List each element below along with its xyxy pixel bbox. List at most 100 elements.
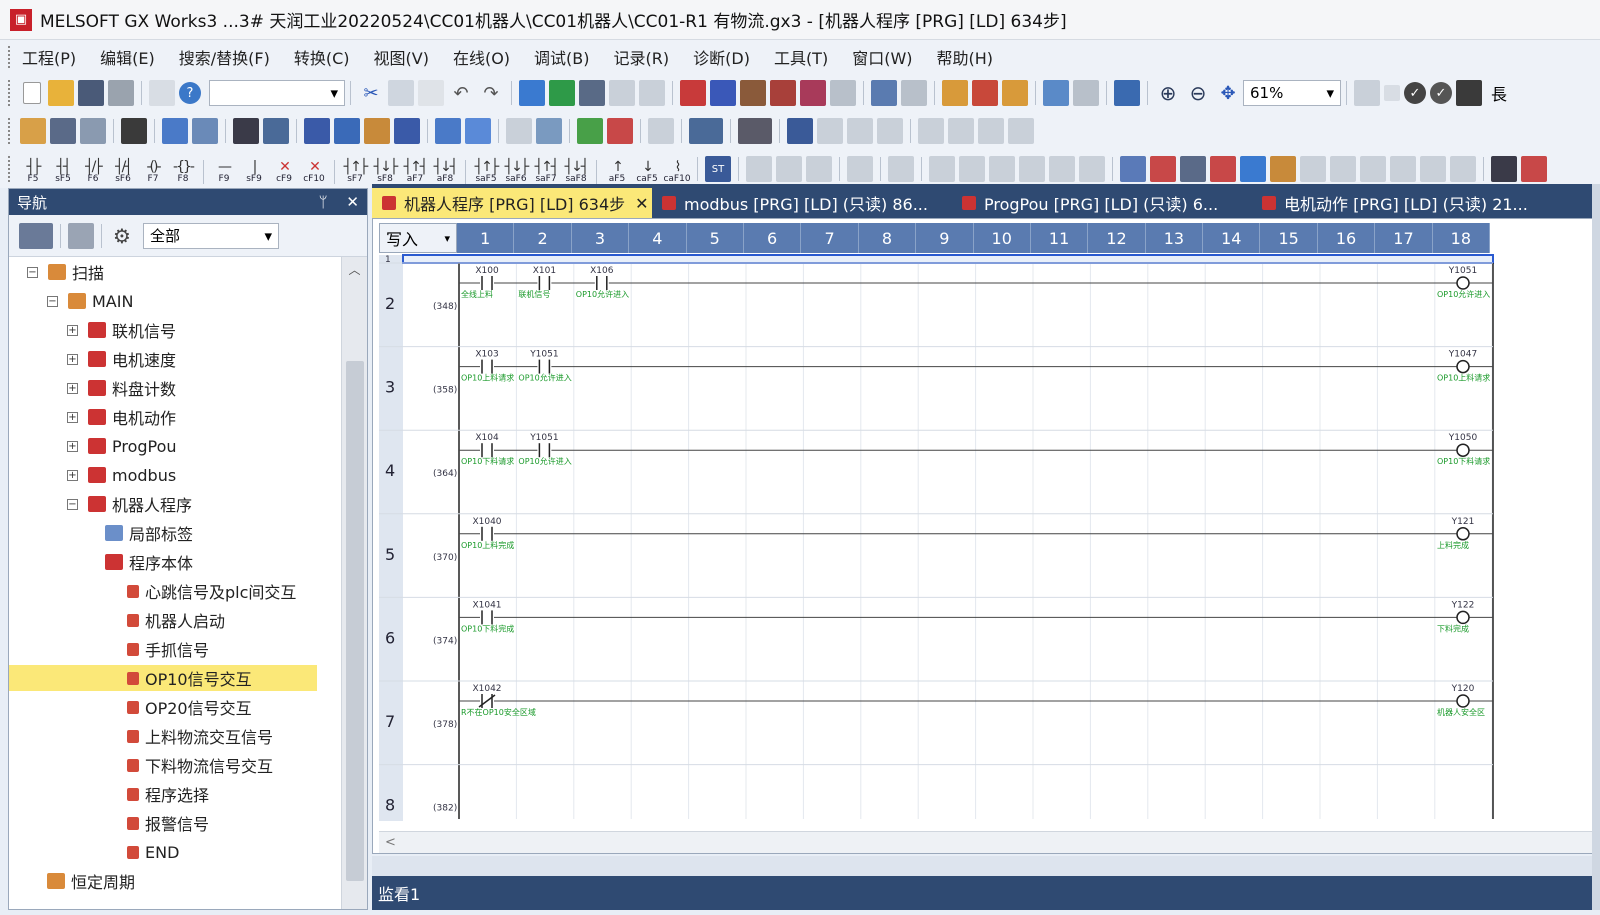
expand-icon[interactable]: +: [67, 440, 78, 452]
offline-icon[interactable]: [639, 80, 665, 106]
collapse-icon[interactable]: −: [27, 266, 38, 278]
convert-icon[interactable]: [577, 118, 603, 144]
menu-help[interactable]: 帮助(H): [937, 45, 994, 69]
ladder-key-sf9[interactable]: | sF9: [240, 154, 268, 184]
stop-icon[interactable]: [1384, 85, 1400, 101]
ladder-edit-icon-15[interactable]: [1210, 156, 1236, 182]
plc-write-icon[interactable]: [1114, 80, 1140, 106]
comment-icon[interactable]: [648, 118, 674, 144]
tree-item[interactable]: 报警信号: [127, 810, 209, 836]
tree-item[interactable]: + 联机信号: [67, 317, 176, 343]
ladder-edit-icon-24[interactable]: [1491, 156, 1517, 182]
tree-item[interactable]: 下料物流信号交互: [127, 752, 273, 778]
close-icon[interactable]: ✕: [346, 193, 359, 211]
ladder-key-af8[interactable]: ┤↓┤ aF8: [431, 154, 459, 184]
help-icon[interactable]: ?: [179, 82, 201, 104]
tree-item[interactable]: OP20信号交互: [127, 694, 252, 720]
jump-icon[interactable]: [877, 118, 903, 144]
project-tree-icon[interactable]: [20, 118, 46, 144]
ladder-key-caf10[interactable]: ⌇ caF10: [663, 154, 691, 184]
ladder-edit-icon-12[interactable]: [1120, 156, 1146, 182]
st-icon[interactable]: ST: [705, 156, 731, 182]
ladder-edit-icon-4[interactable]: [847, 156, 873, 182]
monitor-start-icon[interactable]: [680, 80, 706, 106]
copy-icon[interactable]: [388, 80, 414, 106]
tree-item[interactable]: 程序选择: [127, 781, 209, 807]
ladder-key-saf7[interactable]: ┤↑┤ saF7: [532, 154, 560, 184]
menu-project[interactable]: 工程(P): [22, 45, 76, 69]
scroll-up-icon[interactable]: ︿: [342, 261, 367, 278]
undo-icon[interactable]: ↶: [448, 80, 474, 106]
ladder-key-saf6[interactable]: ┤↓├ saF6: [502, 154, 530, 184]
expand-icon[interactable]: +: [67, 324, 78, 336]
tree-scroll-thumb[interactable]: [346, 361, 364, 881]
ladder-edit-icon-19[interactable]: [1330, 156, 1356, 182]
close-icon[interactable]: ✕: [635, 194, 648, 213]
ladder-edit-icon-6[interactable]: [929, 156, 955, 182]
menu-view[interactable]: 视图(V): [374, 45, 429, 69]
tree-item[interactable]: 上料物流交互信号: [127, 723, 273, 749]
display-icon[interactable]: [918, 118, 944, 144]
editor-hscrollbar[interactable]: <: [379, 831, 1595, 853]
expand-icon[interactable]: +: [67, 382, 78, 394]
tree-item[interactable]: OP10信号交互: [9, 665, 317, 691]
print-icon[interactable]: [108, 80, 134, 106]
ladder-edit-icon-10[interactable]: [1049, 156, 1075, 182]
tree-item[interactable]: − MAIN: [47, 288, 133, 314]
save-icon[interactable]: [78, 80, 104, 106]
expand-icon[interactable]: +: [67, 353, 78, 365]
ladder-edit-icon-16[interactable]: [1240, 156, 1266, 182]
ladder-key-saf8[interactable]: ┤↓┤ saF8: [562, 154, 590, 184]
menu-record[interactable]: 记录(R): [614, 45, 670, 69]
tree-item[interactable]: + modbus: [67, 462, 176, 488]
device-test-icon[interactable]: [394, 118, 420, 144]
window-icon[interactable]: [162, 118, 188, 144]
bookmark-icon[interactable]: [847, 118, 873, 144]
tree-scrollbar[interactable]: ︿: [341, 257, 367, 909]
check-all-icon[interactable]: ✓: [1430, 82, 1452, 104]
tree-item[interactable]: 机器人启动: [127, 607, 225, 633]
label-icon[interactable]: [536, 118, 562, 144]
device-memory-icon[interactable]: [334, 118, 360, 144]
paste-icon[interactable]: [418, 80, 444, 106]
ladder-edit-icon-18[interactable]: [1300, 156, 1326, 182]
monitor-stop-icon[interactable]: [710, 80, 736, 106]
ladder-key-af7[interactable]: ┤↑┤ aF7: [401, 154, 429, 184]
menu-diagnostics[interactable]: 诊断(D): [693, 45, 750, 69]
network-icon[interactable]: [689, 118, 723, 144]
expand-icon[interactable]: +: [67, 469, 78, 481]
ladder-edit-icon-11[interactable]: [1079, 156, 1105, 182]
tree-item[interactable]: 心跳信号及plc间交互: [127, 578, 296, 604]
binoculars-icon[interactable]: [233, 118, 259, 144]
ladder-key-f7[interactable]: -()- F7: [139, 154, 167, 184]
menu-debug[interactable]: 调试(B): [534, 45, 589, 69]
step-run-icon[interactable]: [942, 80, 968, 106]
ladder-key-af5[interactable]: ↑ aF5: [603, 154, 631, 184]
redo-icon[interactable]: ↷: [478, 80, 504, 106]
zoom-out-icon[interactable]: ⊖: [1185, 80, 1211, 106]
zoom-combo[interactable]: 61% ▾: [1243, 80, 1341, 106]
ladder-key-f8[interactable]: -{}- F8: [169, 154, 197, 184]
watch-bar[interactable]: 监看1: [372, 876, 1600, 910]
new-file-icon[interactable]: [23, 82, 41, 104]
program-icon[interactable]: [80, 118, 106, 144]
ladder-edit-icon-21[interactable]: [1390, 156, 1416, 182]
menu-edit[interactable]: 编辑(E): [100, 45, 155, 69]
online-change-icon[interactable]: [609, 80, 635, 106]
ladder-edit-icon-9[interactable]: [1019, 156, 1045, 182]
format-icon[interactable]: [1008, 118, 1034, 144]
ladder-key-sf7[interactable]: ┤↑├ sF7: [341, 154, 369, 184]
monitor-batch-icon[interactable]: [800, 80, 826, 106]
menu-convert[interactable]: 转换(C): [294, 45, 350, 69]
screen-icon[interactable]: [1354, 80, 1380, 106]
tool-settings-icon[interactable]: [738, 118, 772, 144]
ladder-key-sf5[interactable]: ┤┤ sF5: [49, 154, 77, 184]
tree-item[interactable]: + 电机速度: [67, 346, 176, 372]
parameter-icon[interactable]: [506, 118, 532, 144]
grid-icon[interactable]: [978, 118, 1004, 144]
expand-icon[interactable]: +: [67, 411, 78, 423]
ladder-edit-icon-23[interactable]: [1450, 156, 1476, 182]
scroll-left-icon[interactable]: <: [385, 835, 396, 850]
tree-item[interactable]: 程序本体: [105, 549, 193, 575]
ladder-key-cf10[interactable]: ✕ cF10: [300, 154, 328, 184]
